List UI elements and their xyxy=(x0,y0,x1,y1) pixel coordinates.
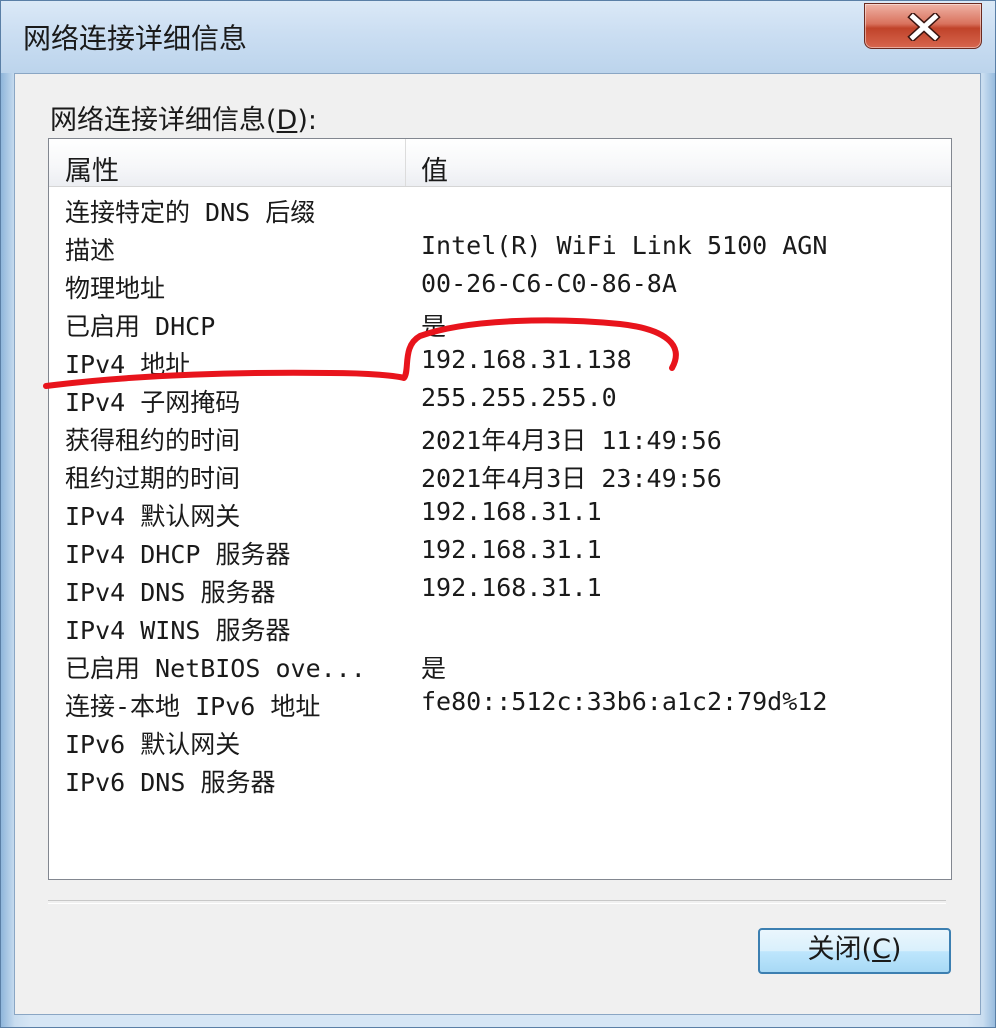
list-item-property: 获得租约的时间 xyxy=(65,426,241,455)
list-item[interactable]: 连接-本地 IPv6 地址 fe80::512c:33b6:a1c2:79d%12 xyxy=(49,683,951,721)
list-item-property: 连接-本地 IPv6 地址 xyxy=(65,692,321,721)
column-header-value[interactable]: 值 xyxy=(421,149,448,188)
close-dialog-button[interactable]: 关闭(C) xyxy=(758,928,951,974)
column-header-property[interactable]: 属性 xyxy=(65,149,119,188)
list-item[interactable]: IPv6 DNS 服务器 xyxy=(49,759,951,797)
list-item-value: 2021年4月3日 11:49:56 xyxy=(421,426,722,455)
list-item-property: 描述 xyxy=(65,236,116,265)
list-item-value: 2021年4月3日 23:49:56 xyxy=(421,464,722,493)
list-item[interactable]: 描述 Intel(R) WiFi Link 5100 AGN xyxy=(49,227,951,265)
list-item[interactable]: IPv4 地址 192.168.31.138 xyxy=(49,341,951,379)
details-list-label: 网络连接详细信息(D): xyxy=(50,105,317,136)
list-item-property: IPv4 子网掩码 xyxy=(65,388,241,417)
horizontal-separator xyxy=(48,900,946,904)
list-item-value: 255.255.255.0 xyxy=(421,383,617,412)
list-item-property: 连接特定的 DNS 后缀 xyxy=(65,198,316,227)
details-listview[interactable]: 属性 值 连接特定的 DNS 后缀 描述 Intel(R) WiFi Link 51… xyxy=(48,138,952,880)
list-item-property: IPv4 WINS 服务器 xyxy=(65,616,291,645)
window-close-button[interactable] xyxy=(864,3,982,49)
list-item-value: 192.168.31.138 xyxy=(421,345,632,374)
close-x-icon xyxy=(907,13,941,41)
list-item[interactable]: IPv4 DHCP 服务器 192.168.31.1 xyxy=(49,531,951,569)
list-item-property: IPv4 默认网关 xyxy=(65,502,241,531)
list-item[interactable]: 物理地址 00-26-C6-C0-86-8A xyxy=(49,265,951,303)
list-item-value: Intel(R) WiFi Link 5100 AGN xyxy=(421,231,828,260)
list-item[interactable]: 连接特定的 DNS 后缀 xyxy=(49,189,951,227)
list-item-property: IPv4 DNS 服务器 xyxy=(65,578,276,607)
list-item[interactable]: IPv4 默认网关 192.168.31.1 xyxy=(49,493,951,531)
list-item[interactable]: IPv6 默认网关 xyxy=(49,721,951,759)
list-item[interactable]: 租约过期的时间 2021年4月3日 23:49:56 xyxy=(49,455,951,493)
list-item-value: 192.168.31.1 xyxy=(421,535,602,564)
dialog-client-area: 网络连接详细信息(D): 属性 值 连接特定的 DNS 后缀 描述 Intel(R)… xyxy=(14,73,981,1015)
list-item[interactable]: 已启用 NetBIOS ove... 是 xyxy=(49,645,951,683)
list-item-property: IPv6 默认网关 xyxy=(65,730,241,759)
title-bar[interactable]: 网络连接详细信息 xyxy=(1,1,995,73)
list-item-value: 192.168.31.1 xyxy=(421,573,602,602)
list-item-property: IPv4 DHCP 服务器 xyxy=(65,540,291,569)
list-item-value: fe80::512c:33b6:a1c2:79d%12 xyxy=(421,687,828,716)
list-item[interactable]: 已启用 DHCP 是 xyxy=(49,303,951,341)
list-header: 属性 值 xyxy=(49,139,951,187)
list-item-value: 192.168.31.1 xyxy=(421,497,602,526)
list-item-property: IPv6 DNS 服务器 xyxy=(65,768,276,797)
list-item[interactable]: IPv4 子网掩码 255.255.255.0 xyxy=(49,379,951,417)
list-item-property: 租约过期的时间 xyxy=(65,464,241,493)
list-item[interactable]: IPv4 DNS 服务器 192.168.31.1 xyxy=(49,569,951,607)
dialog-window: 网络连接详细信息 网络连接详细信息(D): 属性 值 连接特定的 DNS 后缀描… xyxy=(0,0,996,1028)
list-item-value: 是 xyxy=(421,312,447,341)
list-item[interactable]: IPv4 WINS 服务器 xyxy=(49,607,951,645)
list-item-value: 是 xyxy=(421,654,447,683)
list-item-property: 已启用 DHCP xyxy=(65,312,216,341)
list-item-value: 00-26-C6-C0-86-8A xyxy=(421,269,677,298)
list-item-property: 物理地址 xyxy=(65,274,166,303)
list-item[interactable]: 获得租约的时间 2021年4月3日 11:49:56 xyxy=(49,417,951,455)
column-divider[interactable] xyxy=(405,139,406,186)
list-item-property: IPv4 地址 xyxy=(65,350,191,379)
list-rows: 连接特定的 DNS 后缀 描述 Intel(R) WiFi Link 5100 AG… xyxy=(49,189,951,797)
list-item-property: 已启用 NetBIOS ove... xyxy=(65,654,366,683)
window-title: 网络连接详细信息 xyxy=(23,22,248,55)
